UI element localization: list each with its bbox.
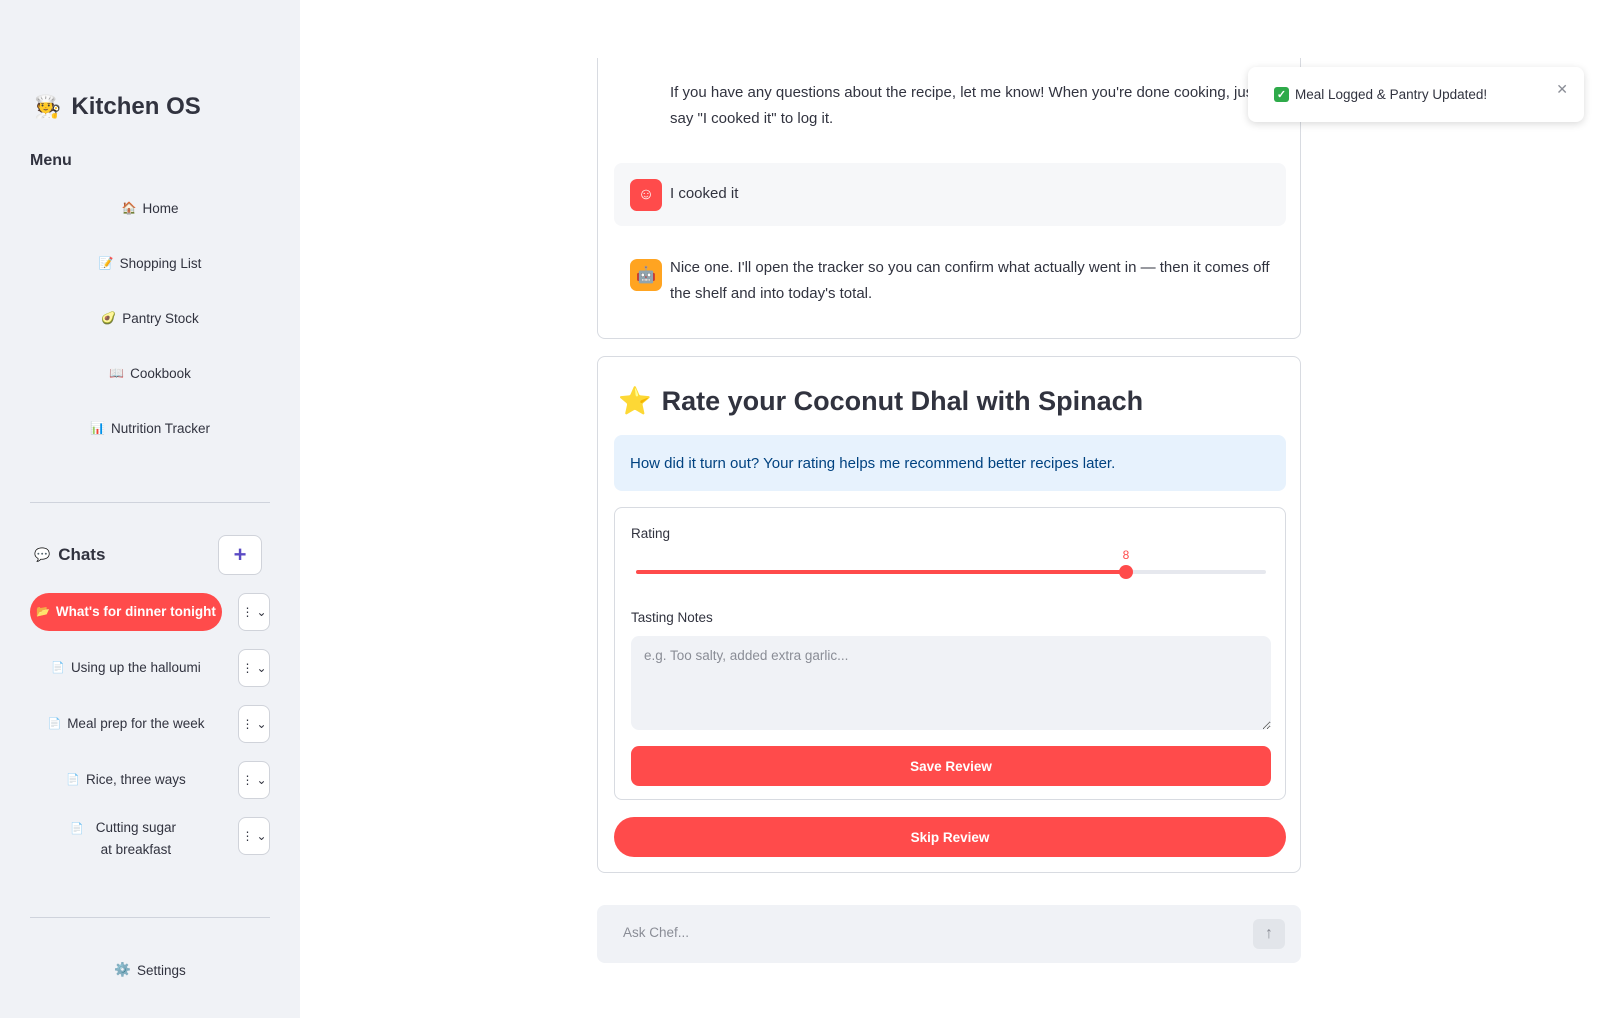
chat-label: Rice, three ways — [85, 772, 186, 787]
rating-card: ⭐ Rate your Coconut Dhal with Spinach Ho… — [597, 356, 1301, 873]
chat-options-button[interactable]: ⋮ ⌄ — [238, 817, 270, 855]
chevron-down-icon: ⌄ — [256, 717, 267, 731]
chat-label: Cutting sugar at breakfast — [95, 820, 176, 857]
chats-heading-text: Chats — [58, 545, 106, 564]
sidebar-divider — [30, 502, 270, 503]
chats-heading: 💬 Chats — [34, 545, 105, 565]
assistant-message: Nice one. I'll open the tracker so you c… — [670, 259, 1270, 302]
chat-item[interactable]: 📄 Rice, three ways — [30, 761, 222, 799]
slider-value: 8 — [1122, 548, 1130, 562]
slider-fill — [636, 570, 1126, 574]
send-arrow-icon[interactable]: ↑ — [1253, 919, 1285, 949]
document-icon: 📄 — [70, 823, 84, 835]
app-title-text: Kitchen OS — [71, 93, 201, 120]
home-icon: 🏠 — [121, 201, 137, 215]
chat-options-button[interactable]: ⋮ ⌄ — [238, 649, 270, 687]
skip-review-button[interactable]: Skip Review — [614, 817, 1286, 857]
chat-item[interactable]: 📄 Cutting sugar at breakfast — [30, 815, 222, 863]
avocado-icon: 🥑 — [101, 311, 117, 325]
chef-icon: 🧑‍🍳 — [34, 94, 62, 119]
rating-title-text: Rate your Coconut Dhal with Spinach — [661, 385, 1144, 416]
nav-home[interactable]: 🏠 Home — [30, 188, 270, 228]
nav-label: Settings — [137, 962, 186, 978]
check-icon: ✓ — [1274, 87, 1289, 102]
folder-icon: 📂 — [36, 606, 50, 618]
toast-notification: ✓ Meal Logged & Pantry Updated! ✕ — [1248, 67, 1584, 122]
sidebar-divider — [30, 917, 270, 918]
document-icon: 📄 — [51, 662, 65, 674]
review-form: Rating 8 Tasting Notes Save Review — [614, 507, 1286, 800]
user-avatar-icon: ☺ — [630, 179, 662, 211]
chevron-down-icon: ⌄ — [256, 829, 267, 843]
kebab-icon: ⋮ — [241, 829, 254, 843]
close-icon[interactable]: ✕ — [1556, 81, 1568, 98]
user-message-text: I cooked it — [670, 185, 739, 202]
rating-title: ⭐ Rate your Coconut Dhal with Spinach — [618, 385, 1143, 417]
nav-nutrition-tracker[interactable]: 📊 Nutrition Tracker — [30, 408, 270, 448]
chat-options-button[interactable]: ⋮ ⌄ — [238, 593, 270, 631]
document-icon: 📄 — [66, 774, 80, 786]
assistant-message: If you have any questions about the reci… — [670, 84, 1258, 127]
nav-settings[interactable]: ⚙️ Settings — [30, 955, 270, 985]
new-chat-button[interactable]: + — [218, 535, 262, 575]
nav-pantry-stock[interactable]: 🥑 Pantry Stock — [30, 298, 270, 338]
chat-label: Using up the halloumi — [70, 660, 201, 675]
tasting-notes-input[interactable] — [631, 636, 1271, 730]
nav-label: Cookbook — [130, 365, 191, 381]
kebab-icon: ⋮ — [241, 773, 254, 787]
chat-label: What's for dinner tonight — [55, 604, 216, 619]
chevron-down-icon: ⌄ — [256, 661, 267, 675]
chat-input[interactable]: Ask Chef... ↑ — [597, 905, 1301, 963]
app-title: 🧑‍🍳 Kitchen OS — [34, 93, 201, 121]
chat-label: Meal prep for the week — [67, 716, 205, 731]
kebab-icon: ⋮ — [241, 605, 254, 619]
kebab-icon: ⋮ — [241, 717, 254, 731]
nav-label: Home — [142, 200, 179, 216]
rating-slider[interactable]: 8 — [636, 548, 1266, 579]
nav-shopping-list[interactable]: 📝 Shopping List — [30, 243, 270, 283]
nav-label: Shopping List — [119, 255, 202, 271]
chat-item[interactable]: 📄 Meal prep for the week — [30, 705, 222, 743]
rating-label: Rating — [631, 526, 671, 541]
nav-label: Nutrition Tracker — [110, 420, 210, 436]
nav-cookbook[interactable]: 📖 Cookbook — [30, 353, 270, 393]
speech-bubble-icon: 💬 — [34, 547, 51, 562]
chat-item-active[interactable]: 📂 What's for dinner tonight — [30, 593, 222, 631]
toast-message: Meal Logged & Pantry Updated! — [1295, 87, 1488, 102]
user-message: ☺ I cooked it — [614, 163, 1286, 226]
book-icon: 📖 — [109, 366, 125, 380]
info-alert: How did it turn out? Your rating helps m… — [614, 435, 1286, 491]
menu-heading: Menu — [30, 152, 72, 169]
tasting-notes-label: Tasting Notes — [631, 610, 713, 625]
bar-chart-icon: 📊 — [90, 421, 105, 435]
document-icon: 📄 — [47, 718, 62, 730]
chat-input-placeholder: Ask Chef... — [623, 925, 690, 940]
chat-item[interactable]: 📄 Using up the halloumi — [30, 649, 222, 687]
chat-history-card: If you have any questions about the reci… — [597, 58, 1301, 339]
slider-thumb[interactable] — [1119, 565, 1133, 579]
save-review-button[interactable]: Save Review — [631, 746, 1271, 786]
gear-icon: ⚙️ — [114, 962, 132, 977]
nav-label: Pantry Stock — [122, 310, 199, 326]
sidebar: 🧑‍🍳 Kitchen OS Menu 🏠 Home 📝 Shopping Li… — [0, 0, 300, 1018]
star-icon: ⭐ — [618, 386, 652, 416]
chat-options-button[interactable]: ⋮ ⌄ — [238, 761, 270, 799]
memo-icon: 📝 — [98, 256, 114, 270]
chevron-down-icon: ⌄ — [256, 773, 267, 787]
robot-avatar-icon: 🤖 — [630, 259, 662, 291]
chevron-down-icon: ⌄ — [256, 605, 267, 619]
kebab-icon: ⋮ — [241, 661, 254, 675]
chat-options-button[interactable]: ⋮ ⌄ — [238, 705, 270, 743]
